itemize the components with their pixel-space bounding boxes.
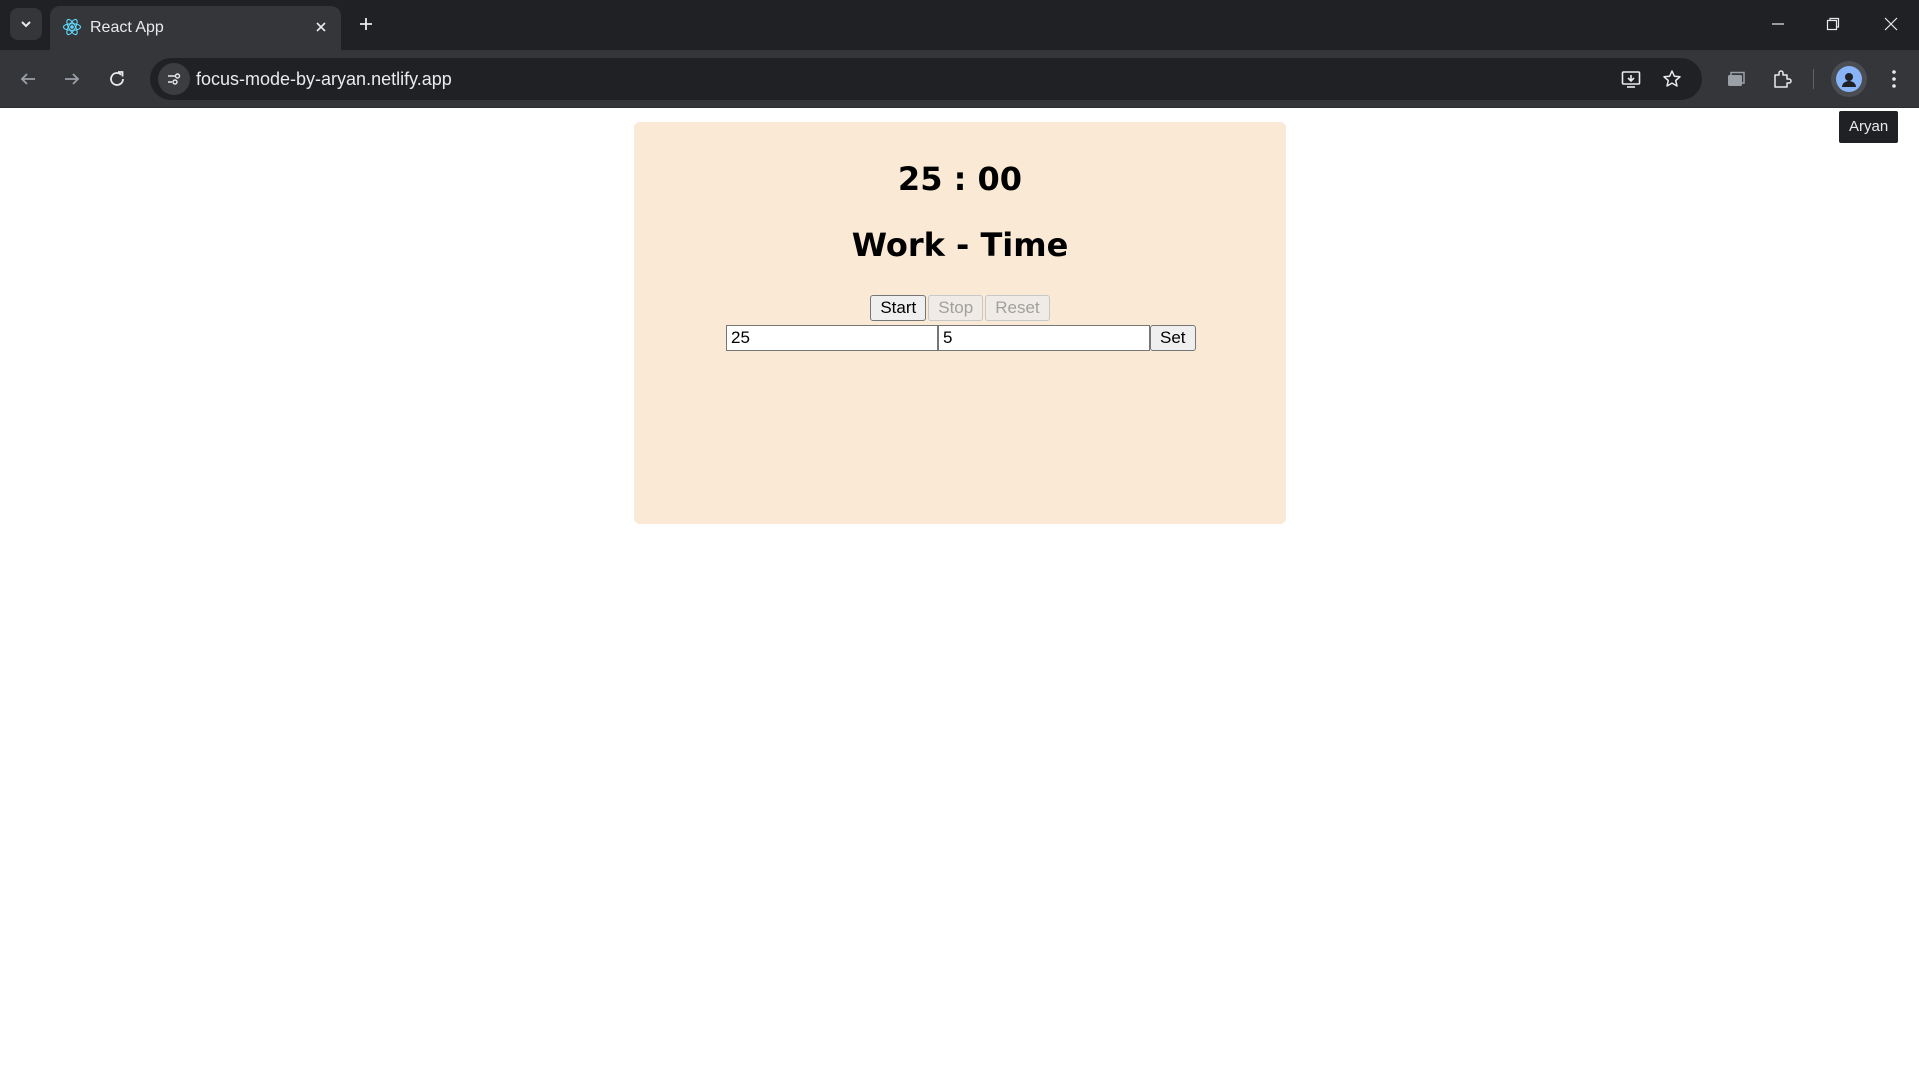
puzzle-icon xyxy=(1774,70,1792,88)
install-icon xyxy=(1621,71,1641,88)
arrow-left-icon xyxy=(20,73,35,85)
restore-icon xyxy=(1826,17,1840,31)
address-bar[interactable]: focus-mode-by-aryan.netlify.app xyxy=(150,58,1702,100)
url-text[interactable]: focus-mode-by-aryan.netlify.app xyxy=(196,69,452,90)
close-window-button[interactable] xyxy=(1877,10,1905,38)
timer-card: 25 : 00 Work - Time Start Stop Reset Set xyxy=(634,122,1286,524)
arrow-right-icon xyxy=(65,73,80,85)
tab-strip: React App xyxy=(0,0,1919,50)
profile-avatar xyxy=(1836,66,1862,92)
browser-tab[interactable]: React App xyxy=(50,6,341,50)
tab-group-icon xyxy=(1728,71,1745,86)
chevron-down-icon xyxy=(21,21,31,28)
back-button[interactable] xyxy=(12,63,44,95)
tab-title: React App xyxy=(90,19,164,36)
close-icon xyxy=(316,22,326,32)
minimize-icon xyxy=(1772,23,1784,25)
tune-icon xyxy=(168,73,181,85)
browser-toolbar: focus-mode-by-aryan.netlify.app xyxy=(0,50,1919,108)
minimize-button[interactable] xyxy=(1764,10,1792,38)
browser-menu-button[interactable] xyxy=(1880,65,1908,93)
close-icon xyxy=(1884,17,1898,31)
timer-controls: Start Stop Reset xyxy=(634,295,1286,321)
tab-close-button[interactable] xyxy=(311,17,331,37)
set-button[interactable]: Set xyxy=(1150,325,1196,351)
reset-button[interactable]: Reset xyxy=(985,295,1050,321)
restore-button[interactable] xyxy=(1819,10,1847,38)
person-icon xyxy=(1842,73,1856,87)
reload-icon xyxy=(110,71,124,86)
plus-icon xyxy=(360,18,372,30)
star-icon xyxy=(1663,70,1681,87)
timer-display: 25 : 00 xyxy=(897,160,1023,198)
start-button[interactable]: Start xyxy=(870,295,927,321)
work-minutes-input[interactable] xyxy=(726,325,938,351)
install-app-button[interactable] xyxy=(1619,67,1643,91)
profile-button[interactable] xyxy=(1831,61,1867,97)
forward-button[interactable] xyxy=(56,63,88,95)
extensions-button[interactable] xyxy=(1768,65,1796,93)
react-logo-icon xyxy=(62,18,82,36)
stop-button[interactable]: Stop xyxy=(928,295,984,321)
profile-tooltip: Aryan xyxy=(1839,111,1899,143)
bookmark-button[interactable] xyxy=(1660,67,1684,91)
more-vert-icon xyxy=(1892,70,1896,88)
toolbar-divider xyxy=(1813,69,1814,89)
new-tab-button[interactable] xyxy=(354,12,378,36)
tab-search-button[interactable] xyxy=(10,8,42,40)
break-minutes-input[interactable] xyxy=(938,325,1150,351)
site-info-button[interactable] xyxy=(158,63,190,95)
duration-settings: Set xyxy=(726,325,1196,351)
mode-heading: Work - Time xyxy=(851,226,1069,264)
reload-button[interactable] xyxy=(101,63,133,95)
tab-groups-button[interactable] xyxy=(1722,65,1750,93)
